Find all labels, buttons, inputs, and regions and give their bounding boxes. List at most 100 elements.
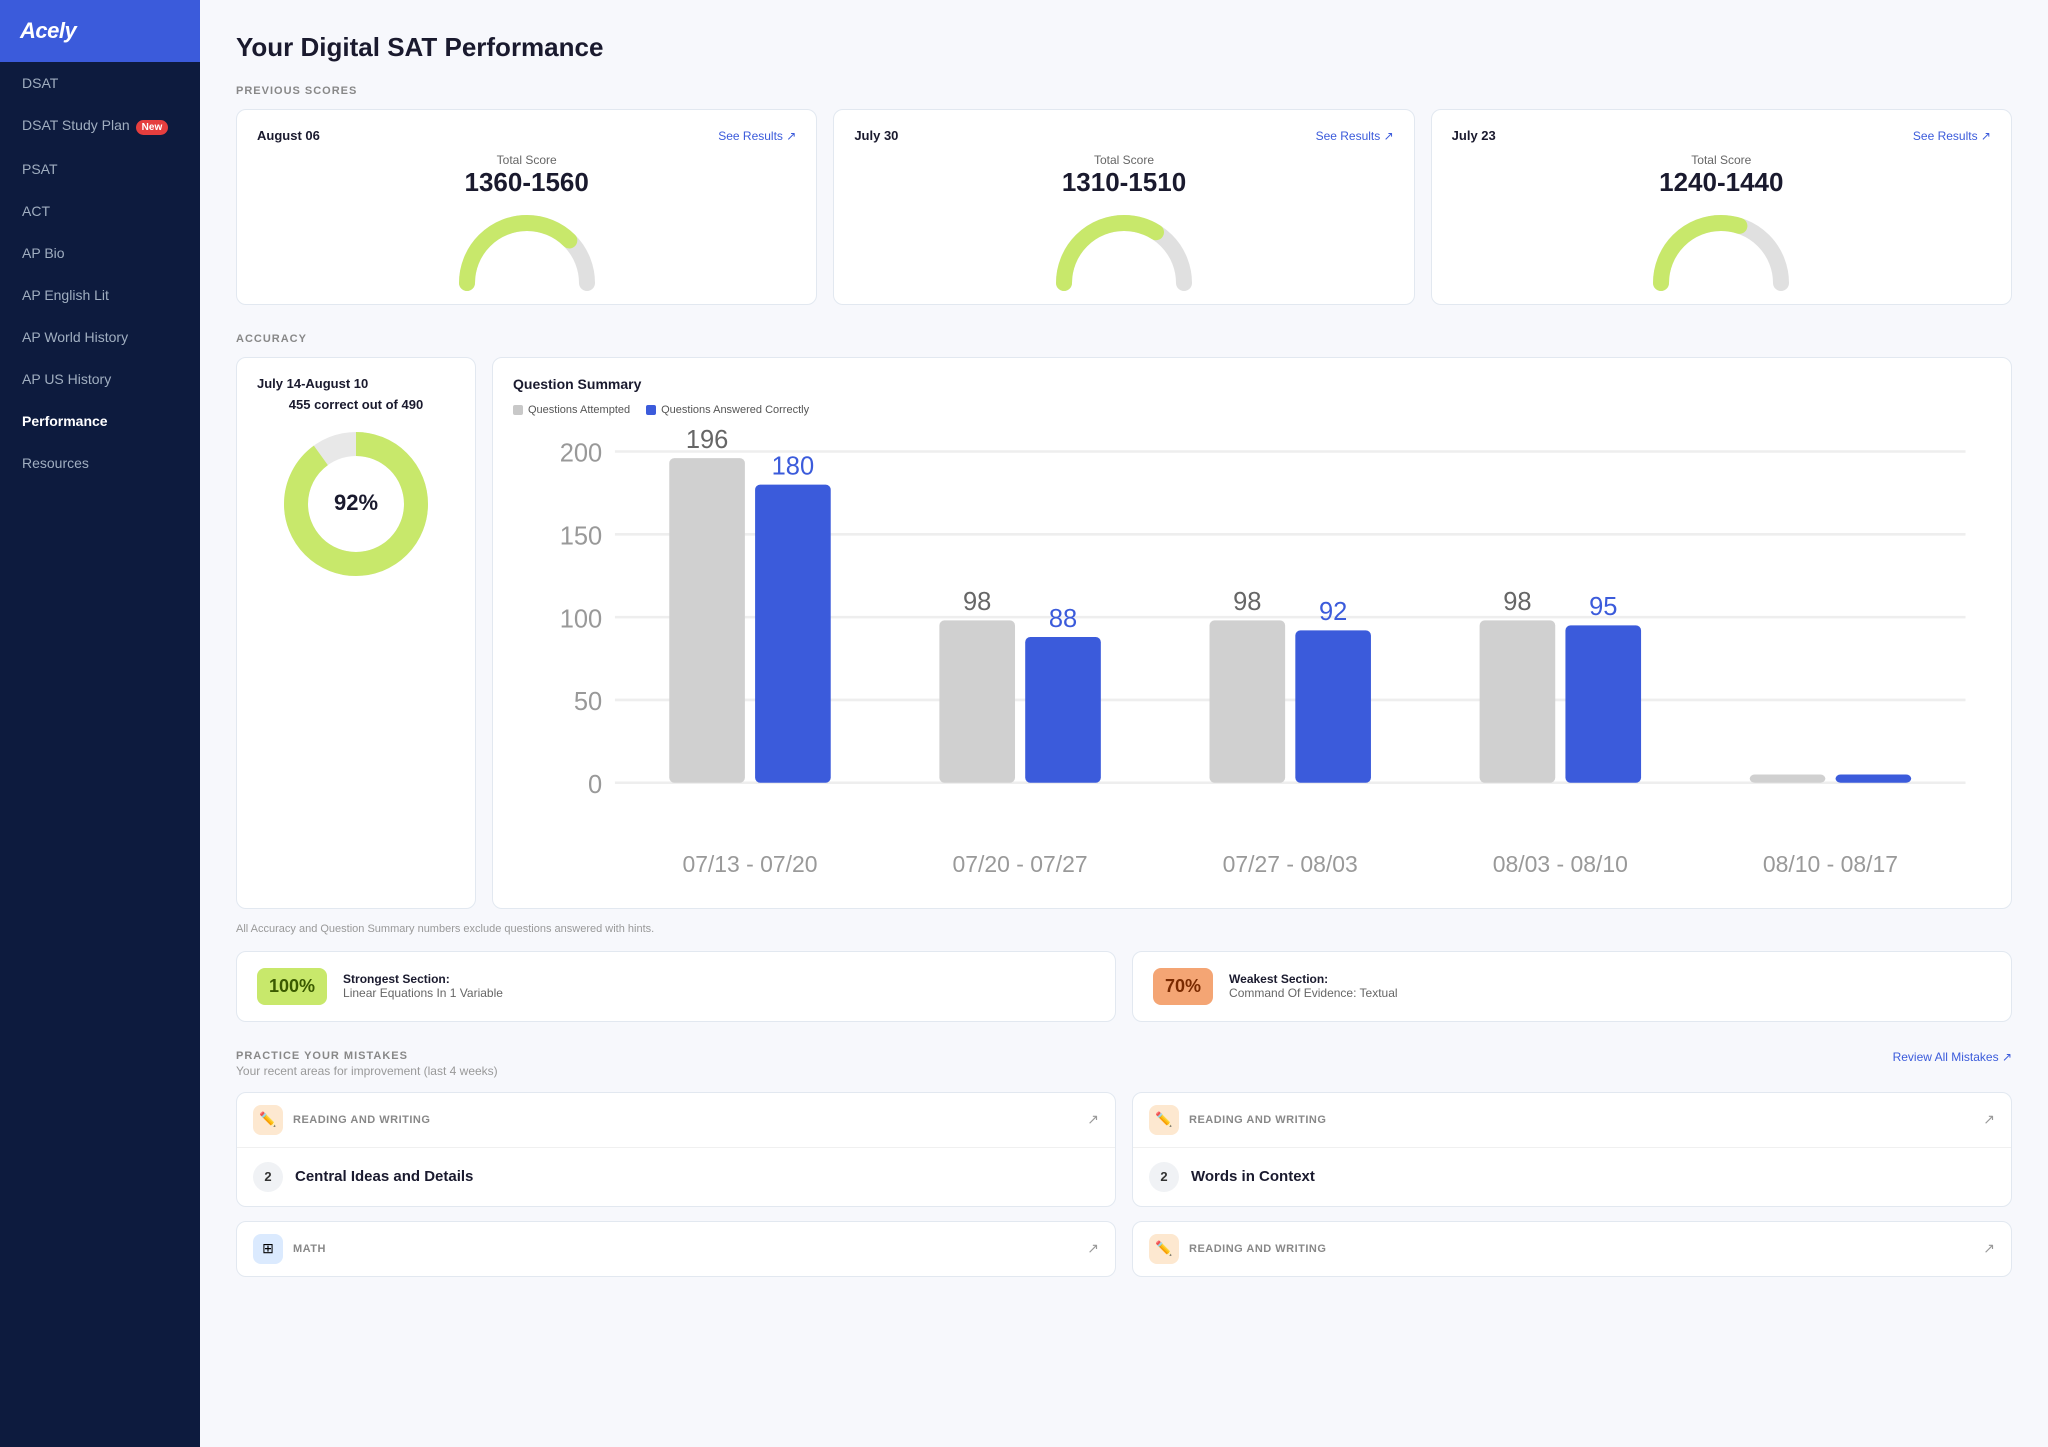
sidebar-item-performance[interactable]: Performance [0,400,200,442]
gauge-container [257,208,796,288]
bar-attempted [669,458,745,783]
bar-correct [1295,630,1371,782]
mistake-cards: ✏️ READING AND WRITING ↗ 2 Central Ideas… [236,1092,2012,1207]
svg-text:100: 100 [560,605,603,633]
weakest-value: Command Of Evidence: Textual [1229,986,1398,1000]
chart-legend: Questions Attempted Questions Answered C… [513,404,1991,416]
sidebar-item-resources[interactable]: Resources [0,442,200,484]
mistake-card-bottom-0[interactable]: ⊞ MATH ↗ [236,1221,1116,1277]
mistake-name: Words in Context [1191,1168,1315,1185]
bar-attempted [939,620,1015,782]
gauge-svg [1054,208,1194,288]
sidebar-item-psat[interactable]: PSAT [0,148,200,190]
sidebar-item-ap-world-history[interactable]: AP World History [0,316,200,358]
total-score-value: 1240-1440 [1452,167,1991,198]
gauge-svg [457,208,597,288]
donut-chart: 92% [257,424,455,584]
accuracy-label: ACCURACY [236,333,2012,345]
score-card-0: August 06 See Results ↗ Total Score 1360… [236,109,817,305]
sidebar-item-label: DSAT [22,75,58,91]
review-all-link[interactable]: Review All Mistakes ↗ [1893,1050,2012,1064]
practice-title: PRACTICE YOUR MISTAKES [236,1050,498,1062]
sidebar-item-label: Resources [22,455,89,471]
donut-svg: 92% [276,424,436,584]
new-badge: New [136,120,169,135]
mistake-card-body: 2 Words in Context [1133,1148,2011,1206]
mistake-category: READING AND WRITING [1189,1114,1983,1126]
bar-chart: 05010015020019618007/13 - 07/20988807/20… [513,426,1991,890]
sidebar-item-act[interactable]: ACT [0,190,200,232]
strongest-pct: 100% [257,968,327,1005]
weakest-label: Weakest Section: [1229,972,1398,986]
svg-text:196: 196 [686,426,729,454]
sidebar-item-label: AP US History [22,371,111,387]
legend-item: Questions Attempted [513,404,630,416]
score-card-2: July 23 See Results ↗ Total Score 1240-1… [1431,109,2012,305]
svg-text:88: 88 [1049,605,1077,633]
bar-correct [755,485,831,783]
score-date: July 23 [1452,128,1496,143]
accuracy-row: July 14-August 10 455 correct out of 490… [236,357,2012,909]
mistake-card-bottom-1[interactable]: ✏️ READING AND WRITING ↗ [1132,1221,2012,1277]
svg-text:200: 200 [560,440,603,468]
sidebar-item-label: AP English Lit [22,287,109,303]
score-cards: August 06 See Results ↗ Total Score 1360… [236,109,2012,305]
donut-label: 92% [334,490,378,515]
mistake-card-header-bottom: ✏️ READING AND WRITING ↗ [1133,1222,2011,1276]
svg-text:0: 0 [588,771,602,799]
sidebar-item-ap-bio[interactable]: AP Bio [0,232,200,274]
score-card-header: July 30 See Results ↗ [854,128,1393,143]
see-results-link[interactable]: See Results ↗ [718,129,796,143]
sidebar-item-label: AP World History [22,329,128,345]
accuracy-note: All Accuracy and Question Summary number… [236,923,2012,935]
svg-text:180: 180 [772,452,815,480]
legend-label: Questions Attempted [528,404,630,416]
see-results-link[interactable]: See Results ↗ [1913,129,1991,143]
practice-sub: Your recent areas for improvement (last … [236,1064,498,1078]
bar-correct [1025,637,1101,783]
bar-attempted [1209,620,1285,782]
mistake-name: Central Ideas and Details [295,1168,473,1185]
mistake-arrow-icon: ↗ [1983,1111,1995,1128]
svg-text:50: 50 [574,688,602,716]
score-date: July 30 [854,128,898,143]
sidebar-item-ap-english-lit[interactable]: AP English Lit [0,274,200,316]
total-score-value: 1360-1560 [257,167,796,198]
logo: Acely [20,18,76,44]
svg-text:08/03 - 08/10: 08/03 - 08/10 [1493,851,1628,877]
accuracy-correct: 455 correct out of 490 [257,397,455,412]
sidebar-item-label: Performance [22,413,108,429]
weakest-card: 70% Weakest Section: Command Of Evidence… [1132,951,2012,1022]
bar-attempted [1750,774,1826,782]
mistake-icon: ✏️ [1149,1105,1179,1135]
accuracy-card: July 14-August 10 455 correct out of 490… [236,357,476,909]
svg-text:150: 150 [560,522,603,550]
qs-title: Question Summary [513,376,1991,392]
sidebar-item-label: ACT [22,203,50,219]
mistake-arrow-icon: ↗ [1087,1111,1099,1128]
strongest-label: Strongest Section: [343,972,503,986]
svg-text:98: 98 [963,588,991,616]
svg-text:95: 95 [1589,593,1617,621]
mistake-card-header: ✏️ READING AND WRITING ↗ [237,1093,1115,1148]
mistake-card-body: 2 Central Ideas and Details [237,1148,1115,1206]
total-score-value: 1310-1510 [854,167,1393,198]
sidebar-item-dsat[interactable]: DSAT [0,62,200,104]
see-results-link[interactable]: See Results ↗ [1316,129,1394,143]
sidebar-item-label: AP Bio [22,245,65,261]
svg-text:92: 92 [1319,598,1347,626]
mistake-card-0[interactable]: ✏️ READING AND WRITING ↗ 2 Central Ideas… [236,1092,1116,1207]
total-score-label: Total Score [854,153,1393,167]
gauge-svg [1651,208,1791,288]
bar-attempted [1480,620,1556,782]
question-summary-card: Question Summary Questions Attempted Que… [492,357,2012,909]
mistake-card-1[interactable]: ✏️ READING AND WRITING ↗ 2 Words in Cont… [1132,1092,2012,1207]
weakest-pct: 70% [1153,968,1213,1005]
gauge-container [1452,208,1991,288]
legend-label: Questions Answered Correctly [661,404,809,416]
legend-dot [646,405,656,415]
mistake-arrow-icon-bottom: ↗ [1087,1240,1099,1257]
strength-row: 100% Strongest Section: Linear Equations… [236,951,2012,1022]
sidebar-item-ap-us-history[interactable]: AP US History [0,358,200,400]
sidebar-item-dsat-study-plan[interactable]: DSAT Study PlanNew [0,104,200,148]
